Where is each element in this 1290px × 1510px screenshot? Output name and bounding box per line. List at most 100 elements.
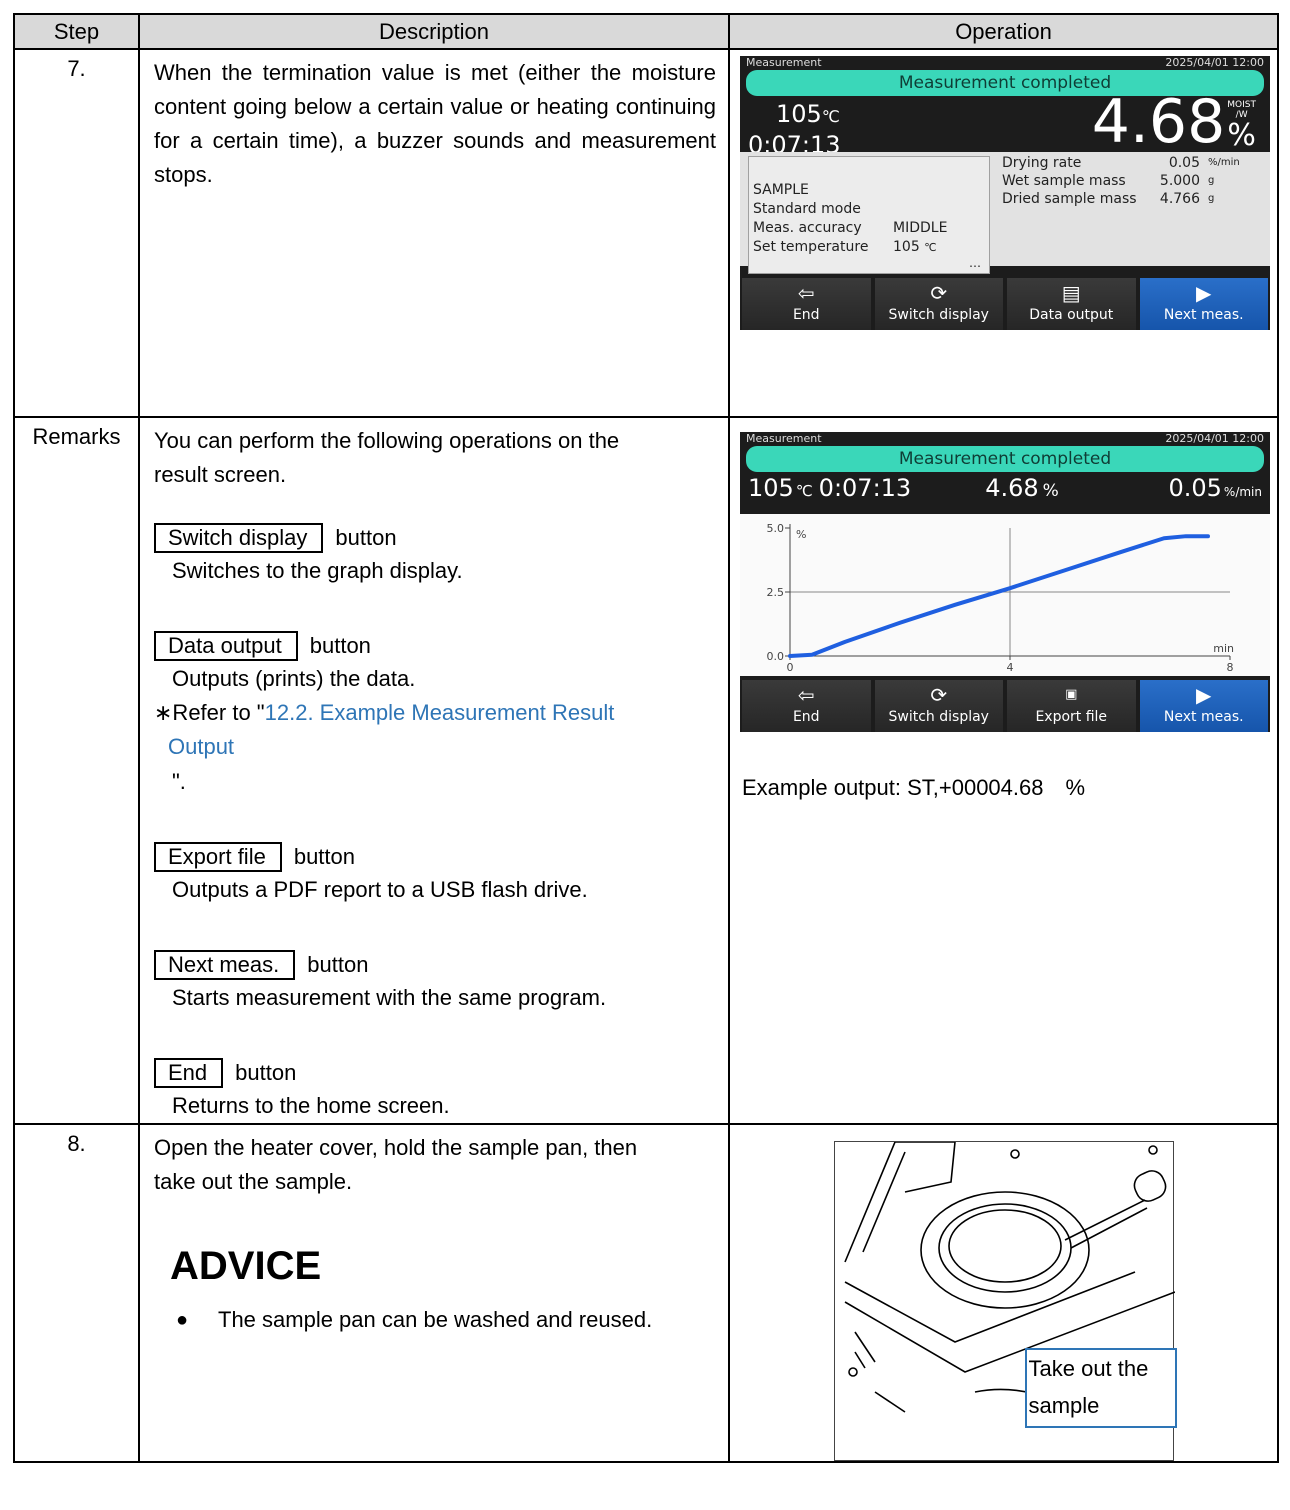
- screen-title: Measurement: [746, 432, 822, 445]
- refer-link[interactable]: 12.2. Example Measurement Result: [265, 700, 615, 725]
- stat-label: Dried sample mass: [1002, 191, 1137, 207]
- moisture-unit: %: [1227, 118, 1256, 153]
- next-meas-button[interactable]: ▶ Next meas.: [1139, 278, 1268, 330]
- temperature-value: 105: [748, 474, 794, 502]
- program-info-box[interactable]: SAMPLE Standard mode Meas. accuracy MIDDL…: [748, 156, 990, 274]
- switch-display-button[interactable]: ⟳ Switch display: [874, 278, 1003, 330]
- graph-readout: 105 ℃ 0:07:13 4.68% 0.05 %/min: [740, 472, 1270, 504]
- moisture-value: 4.68: [1091, 87, 1226, 157]
- end-item: End button: [154, 1057, 716, 1089]
- temperature-unit: ℃: [795, 482, 813, 500]
- export-file-desc: Outputs a PDF report to a USB flash driv…: [172, 876, 588, 902]
- pdf-file-icon: ▣: [1065, 687, 1078, 702]
- end-button-label: End: [792, 307, 820, 323]
- data-output-button[interactable]: ▤ Data output: [1007, 278, 1136, 330]
- step-7-description: When the termination value is met (eithe…: [138, 48, 730, 418]
- stat-unit: g: [1208, 175, 1215, 186]
- next-meas-label: Next meas.: [1163, 709, 1244, 725]
- data-output-desc: Outputs (prints) the data.: [172, 666, 416, 692]
- mode-name: Standard mode: [753, 201, 861, 217]
- x-axis-label: min: [1213, 642, 1234, 655]
- switch-display-key: Switch display: [154, 523, 324, 554]
- play-icon: ▶: [1196, 683, 1212, 707]
- step-8-row: 8. Open the heater cover, hold the sampl…: [13, 1122, 1279, 1463]
- header-description: Description: [138, 13, 730, 50]
- temperature-unit: ℃: [821, 107, 840, 126]
- end-key: End: [154, 1057, 224, 1088]
- stat-value: 4.766: [1159, 191, 1200, 207]
- elapsed-time: 0:07:13: [818, 474, 912, 502]
- accuracy-label: Meas. accuracy: [753, 220, 862, 236]
- graph-screen: Measurement 2025/04/01 12:00 Measurement…: [740, 432, 1270, 732]
- remarks-label: Remarks: [13, 416, 140, 1125]
- data-output-item: Data output button: [154, 630, 716, 662]
- info-area: SAMPLE Standard mode Meas. accuracy MIDDL…: [740, 152, 1270, 274]
- step-8-description: Open the heater cover, hold the sample p…: [138, 1122, 730, 1463]
- rate-value: 0.05: [1168, 474, 1222, 502]
- refer-suffix: ".: [172, 768, 186, 794]
- sample-pan-illustration: Take out the sample: [833, 1140, 1177, 1461]
- stat-row: Dried sample mass 4.766 g: [1002, 190, 1240, 208]
- export-file-button[interactable]: ▣ Export file: [1007, 680, 1136, 732]
- data-output-key: Data output: [154, 631, 298, 662]
- next-meas-label: Next meas.: [1163, 307, 1244, 323]
- screen-topbar: Measurement 2025/04/01 12:00: [740, 56, 1270, 70]
- exit-door-icon: ⇦: [797, 281, 815, 305]
- stat-row: Drying rate 0.05 %/min: [1002, 154, 1240, 172]
- play-icon: ▶: [1196, 281, 1212, 305]
- end-desc: Returns to the home screen.: [172, 1092, 450, 1118]
- y-tick-label: 2.5: [767, 586, 785, 599]
- moisture-graph: 0.0 2.5 5.0 0 4 8% min: [740, 514, 1270, 676]
- header-operation: Operation: [728, 13, 1279, 50]
- advice-bullet: ● The sample pan can be washed and reuse…: [154, 1303, 716, 1337]
- refresh-cycle-icon: ⟳: [930, 683, 948, 707]
- moisture-series-line: [788, 534, 1210, 658]
- screen-datetime: 2025/04/01 12:00: [1165, 56, 1264, 69]
- end-button[interactable]: ⇦ End: [742, 680, 871, 732]
- switch-display-item: Switch display button: [154, 522, 716, 554]
- next-meas-key: Next meas.: [154, 949, 296, 980]
- button-word: button: [335, 525, 397, 551]
- stat-label: Drying rate: [1002, 155, 1082, 171]
- remarks-description: You can perform the following operations…: [138, 416, 730, 1125]
- stat-unit: %/min: [1208, 157, 1240, 168]
- moisture-chart-svg: 0.0 2.5 5.0 0 4 8% min: [767, 522, 1235, 674]
- procedure-table: Step Description Operation 7. When the t…: [13, 13, 1279, 1463]
- bullet-dot-icon: ●: [176, 1309, 189, 1332]
- stat-label: Wet sample mass: [1002, 173, 1126, 189]
- stats-list: Drying rate 0.05 %/min Wet sample mass 5.00…: [1002, 154, 1240, 208]
- printer-icon: ▤: [1061, 281, 1081, 305]
- step-8-operation: Take out the sample: [728, 1122, 1279, 1463]
- export-file-label: Export file: [1035, 709, 1108, 725]
- step-7-row: 7. When the termination value is met (ei…: [13, 48, 1279, 418]
- next-meas-item: Next meas. button: [154, 949, 716, 981]
- end-button-label: End: [792, 709, 820, 725]
- refer-note: ∗Refer to "12.2. Example Measurement Res…: [154, 696, 716, 730]
- switch-display-button[interactable]: ⟳ Switch display: [874, 680, 1003, 732]
- temp-time-readout: 105℃ 0:07:13: [748, 100, 841, 159]
- set-temp-unit: ℃: [924, 241, 937, 254]
- button-word: button: [293, 843, 355, 869]
- mode-label-1: MOIST: [1227, 100, 1256, 110]
- button-word: button: [307, 951, 369, 977]
- example-output: Example output: ST,+00004.68 %: [742, 775, 1086, 800]
- step-7-operation: Measurement 2025/04/01 12:00 Measurement…: [728, 48, 1279, 418]
- stat-value: 5.000: [1159, 173, 1200, 189]
- next-meas-desc: Starts measurement with the same program…: [172, 984, 607, 1010]
- x-tick-label: 4: [1007, 661, 1014, 674]
- button-word: button: [309, 633, 371, 659]
- refer-link-cont[interactable]: Output: [168, 734, 234, 759]
- take-out-callout: Take out the sample: [1024, 1347, 1177, 1428]
- end-button[interactable]: ⇦ End: [742, 278, 871, 330]
- data-output-label: Data output: [1029, 307, 1114, 323]
- temperature-value: 105: [776, 100, 822, 128]
- screen-topbar: Measurement 2025/04/01 12:00: [740, 432, 1270, 446]
- screen-title: Measurement: [746, 56, 822, 69]
- export-file-key: Export file: [154, 841, 282, 872]
- step-number: 7.: [13, 48, 140, 418]
- refer-prefix: ∗Refer to ": [154, 700, 265, 726]
- export-file-item: Export file button: [154, 841, 716, 873]
- rate-unit: %/min: [1223, 485, 1262, 499]
- moisture-value: 4.68: [985, 474, 1039, 502]
- next-meas-button[interactable]: ▶ Next meas.: [1139, 680, 1268, 732]
